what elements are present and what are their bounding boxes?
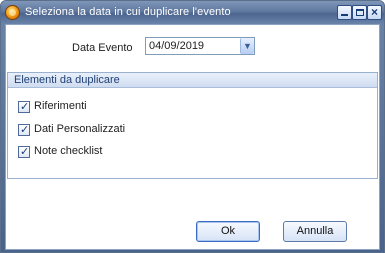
checkbox-label[interactable]: Note checklist — [34, 145, 102, 157]
ok-button[interactable]: Ok — [196, 221, 260, 242]
group-header: Elementi da duplicare — [8, 73, 377, 88]
cancel-button[interactable]: Annulla — [283, 221, 347, 242]
dialog-window: Seleziona la data in cui duplicare l'eve… — [0, 0, 385, 253]
checkbox-box[interactable]: ✓ — [18, 124, 30, 136]
checkmark-icon: ✓ — [20, 101, 30, 113]
minimize-button[interactable] — [337, 5, 352, 20]
date-label: Data Evento — [72, 42, 133, 54]
chevron-down-icon: ▼ — [243, 41, 252, 51]
title-bar[interactable]: Seleziona la data in cui duplicare l'eve… — [1, 1, 384, 24]
date-value[interactable]: 04/09/2019 — [149, 40, 204, 52]
dialog-body: Data Evento 04/09/2019 ▼ Elementi da dup… — [5, 24, 380, 250]
checkbox-box[interactable]: ✓ — [18, 101, 30, 113]
date-picker[interactable]: 04/09/2019 ▼ — [145, 37, 255, 55]
close-button[interactable]: × — [367, 5, 382, 20]
checkbox-label[interactable]: Riferimenti — [34, 100, 87, 112]
checkmark-icon: ✓ — [20, 124, 30, 136]
window-title: Seleziona la data in cui duplicare l'eve… — [25, 6, 231, 18]
checkmark-icon: ✓ — [20, 146, 30, 158]
group-title: Elementi da duplicare — [14, 74, 120, 86]
maximize-button[interactable] — [352, 5, 367, 20]
maximize-icon — [356, 9, 364, 16]
checkbox-box[interactable]: ✓ — [18, 146, 30, 158]
checkbox-label[interactable]: Dati Personalizzati — [34, 123, 125, 135]
elements-group: Elementi da duplicare ✓ Riferimenti ✓ Da… — [7, 72, 378, 179]
minimize-icon — [341, 14, 348, 16]
close-icon: × — [370, 5, 378, 19]
date-dropdown-button[interactable]: ▼ — [240, 38, 254, 54]
app-icon — [5, 5, 20, 20]
